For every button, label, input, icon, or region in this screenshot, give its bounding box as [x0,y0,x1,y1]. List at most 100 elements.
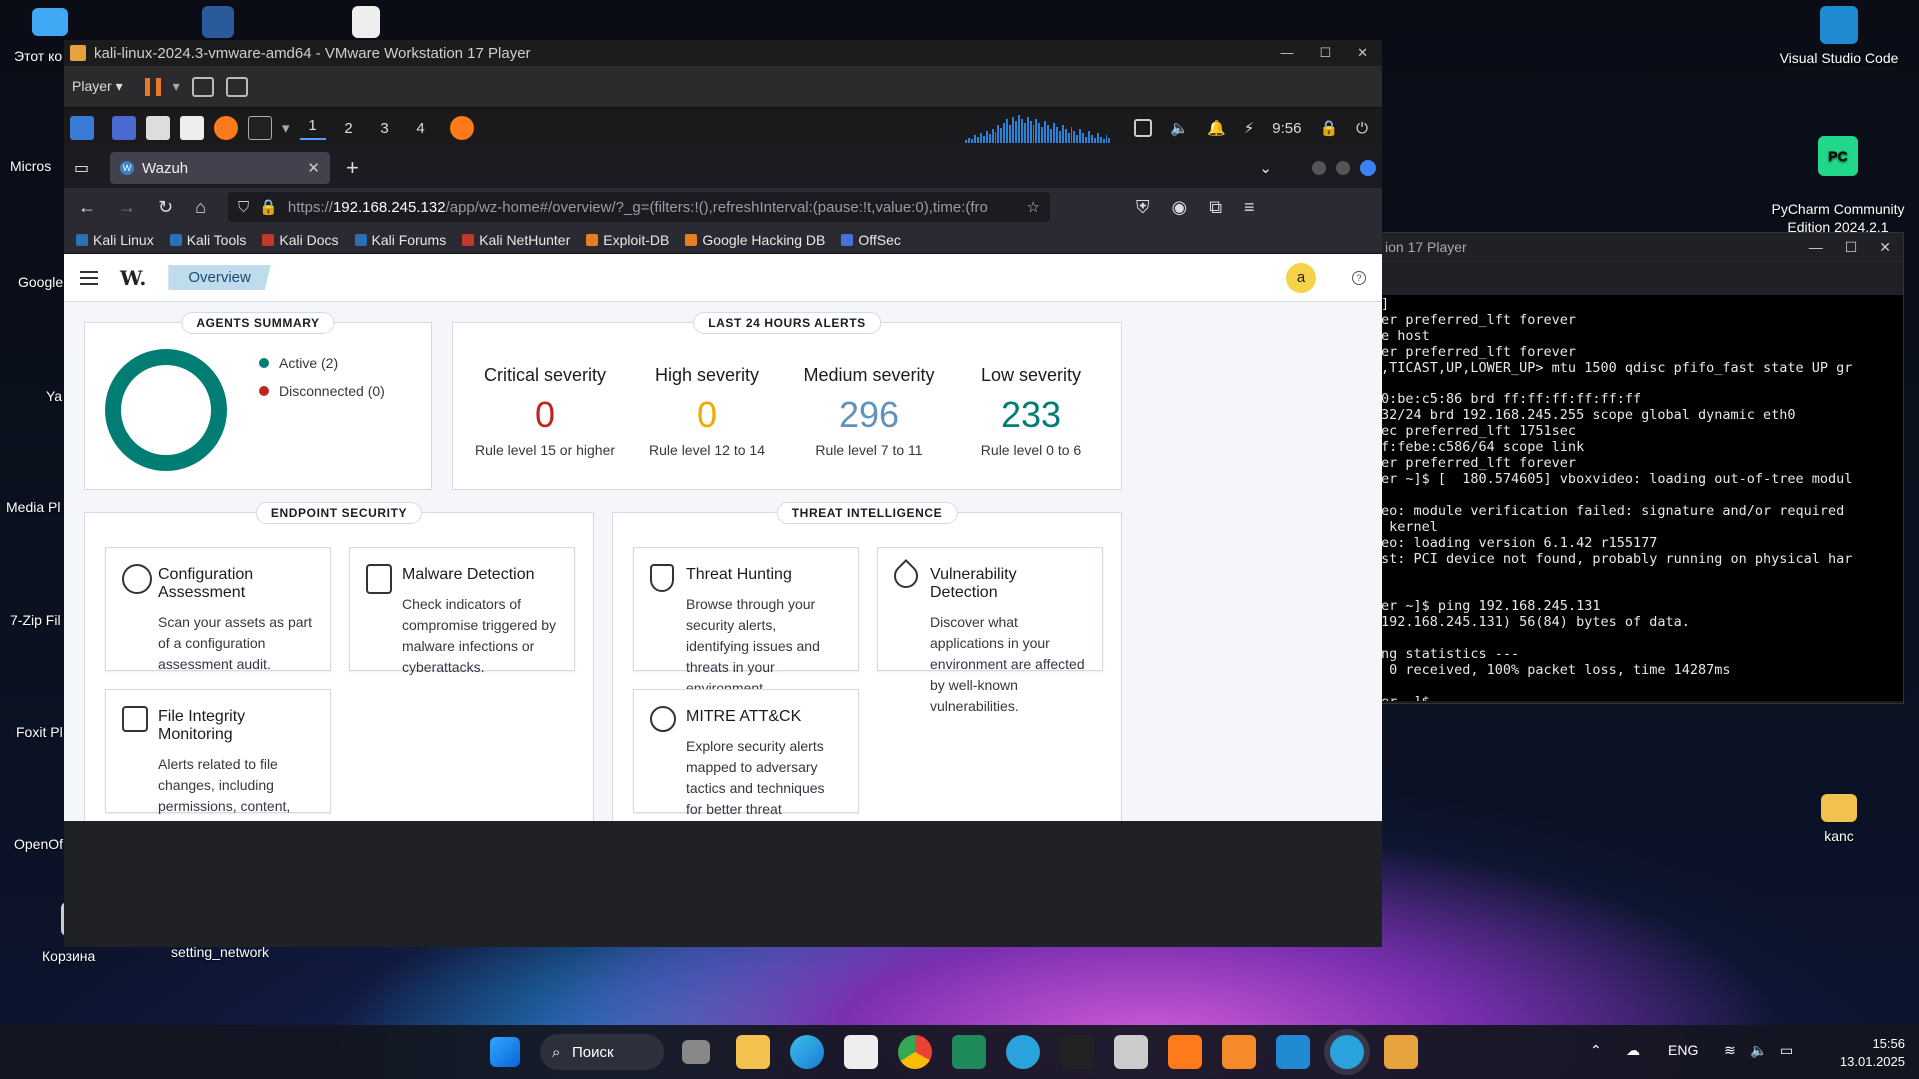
pause-icon[interactable] [144,77,161,96]
display-icon[interactable] [1134,119,1153,137]
help-icon[interactable]: ? [1352,270,1366,285]
app-orange-icon[interactable] [1222,1035,1256,1069]
workspace-4[interactable]: 4 [408,120,434,137]
vmware-titlebar[interactable]: kali-linux-2024.3-vmware-amd64 - VMware … [64,40,1382,66]
card-mitre-attack[interactable]: MITRE ATT&CK Explore security alerts map… [633,689,859,817]
legend-active[interactable]: Active (2) [259,355,385,371]
wifi-icon[interactable]: ≋ [1724,1042,1736,1059]
chevron-down-icon[interactable]: ▾ [282,119,290,137]
low-severity[interactable]: Low severity 233 Rule level 0 to 6 [931,365,1131,458]
desktop-icon[interactable] [112,116,136,140]
clock[interactable]: 9:56 [1272,120,1301,137]
close-icon[interactable]: ✕ [1357,45,1368,61]
avatar[interactable]: a [1286,262,1316,293]
volume-icon[interactable]: 🔈 [1170,119,1189,137]
breadcrumb[interactable]: Overview [168,265,271,290]
notification-bell-icon[interactable]: 🔔 [1207,119,1226,137]
tray-overflow-icon[interactable]: ⌃ [1590,1042,1602,1059]
battery-icon[interactable]: ▭ [1780,1042,1793,1059]
card-vulnerability-detection[interactable]: Vulnerability Detection Discover what ap… [877,547,1103,714]
taskbar-clock[interactable]: 15:56 13.01.2025 [1840,1035,1905,1071]
legend-disconnected[interactable]: Disconnected (0) [259,383,385,399]
shield-icon[interactable]: ⛉ [238,199,249,216]
desktop-icon-document[interactable] [336,6,396,44]
sublime-icon[interactable] [1168,1035,1202,1069]
card-threat-hunting[interactable]: Threat Hunting Browse through your secur… [633,547,859,696]
workspace-3[interactable]: 3 [372,120,398,137]
home-icon[interactable]: ⌂ [195,197,206,218]
vmware-window[interactable]: kali-linux-2024.3-vmware-amd64 - VMware … [64,40,1382,947]
window-close-icon[interactable] [1360,160,1376,176]
kali-menu-icon[interactable] [70,116,94,140]
tab-overflow-icon[interactable]: ⌄ [1259,159,1272,177]
card-file-integrity-monitoring[interactable]: File Integrity Monitoring Alerts related… [105,689,331,821]
figma-icon[interactable] [1060,1035,1094,1069]
chrome-icon[interactable] [898,1035,932,1069]
forward-icon[interactable]: → [118,197,136,218]
edge-icon[interactable] [790,1035,824,1069]
minimize-icon[interactable]: — [1280,45,1293,61]
telegram-icon[interactable] [1006,1035,1040,1069]
chevron-down-icon[interactable]: ▾ [173,78,180,95]
telegram-active-icon[interactable] [1330,1035,1364,1069]
bookmark-star-icon[interactable]: ☆ [1027,198,1040,216]
taskbar-search[interactable]: ⌕ Поиск [540,1034,664,1070]
files-icon[interactable] [146,116,170,140]
account-icon[interactable]: ◉ [1171,197,1187,218]
maximize-icon[interactable]: ☐ [1319,45,1331,61]
terminal-icon[interactable] [248,116,272,140]
terminal-window[interactable]: ion 17 Player — ☐ ✕ ] er preferred_lft fo… [1380,232,1904,704]
close-icon[interactable]: ✕ [1879,239,1891,256]
maximize-icon[interactable]: ☐ [1845,239,1858,256]
pocket-icon[interactable]: ⛨ [1136,197,1150,218]
volume-icon[interactable]: 🔈 [1750,1042,1767,1059]
minimize-icon[interactable]: — [1809,239,1823,256]
language-indicator[interactable]: ENG [1668,1042,1698,1058]
shield-app-icon[interactable] [952,1035,986,1069]
back-icon[interactable]: ← [78,197,96,218]
reload-icon[interactable]: ↻ [158,197,173,218]
desktop-icon-virtualbox[interactable] [188,6,248,44]
hamburger-menu-icon[interactable] [80,270,98,285]
lock-icon[interactable]: 🔒 [259,198,278,216]
workspace-1[interactable]: 1 [299,117,326,140]
send-keys-icon[interactable] [191,76,214,97]
firefox-task-icon[interactable] [449,116,474,140]
window-minimize-icon[interactable] [1312,161,1326,175]
url-bar[interactable]: ⛉ 🔒 https://192.168.245.132/app/wz-home#… [227,192,1050,222]
vscode-taskbar-icon[interactable] [1276,1035,1310,1069]
bookmark-item[interactable]: OffSec [841,232,901,248]
player-menu[interactable]: Player ▾ [72,78,123,95]
desktop-icon-kanc[interactable]: kanc [1804,794,1874,844]
bookmark-item[interactable]: Kali Tools [169,232,246,248]
agents-donut-chart[interactable] [105,349,227,471]
desktop-icon-this-pc[interactable]: Этот ко [10,8,90,64]
tab-wazuh[interactable]: W Wazuh ✕ [110,152,330,184]
bookmark-item[interactable]: Kali NetHunter [462,232,570,248]
new-tab-icon[interactable]: + [346,155,359,181]
firefox-icon[interactable] [214,116,238,140]
power-icon[interactable]: ⚡ [1244,119,1255,137]
bookmark-item[interactable]: Kali Docs [262,232,339,248]
files-app-icon[interactable] [1114,1035,1148,1069]
file-explorer-icon[interactable] [736,1035,770,1069]
desktop-icon-vscode[interactable]: Visual Studio Code [1764,6,1914,66]
desktop-icon-micros[interactable]: Micros [10,158,70,174]
wazuh-logo[interactable]: W. [120,266,146,290]
card-configuration-assessment[interactable]: Configuration Assessment Scan your asset… [105,547,331,672]
vmware-taskbar-icon[interactable] [1384,1035,1418,1069]
bookmark-item[interactable]: Exploit-DB [586,232,669,248]
task-view-icon[interactable] [682,1040,710,1064]
logout-icon[interactable]: ⏻ [1356,120,1368,137]
lock-icon[interactable]: 🔒 [1319,119,1338,137]
cloud-off-icon[interactable]: ☁ [1626,1042,1640,1059]
workspace-2[interactable]: 2 [336,120,362,137]
bookmark-item[interactable]: Kali Forums [354,232,446,248]
text-editor-icon[interactable] [180,116,204,140]
terminal-output[interactable]: ] er preferred_lft forever e host er prefer… [1381,295,1903,701]
menu-icon[interactable]: ≡ [1244,197,1255,218]
extensions-icon[interactable]: ⧉ [1209,197,1222,218]
close-tab-icon[interactable]: ✕ [307,159,320,177]
window-maximize-icon[interactable] [1336,161,1350,175]
terminal-titlebar[interactable]: ion 17 Player — ☐ ✕ [1381,233,1903,261]
